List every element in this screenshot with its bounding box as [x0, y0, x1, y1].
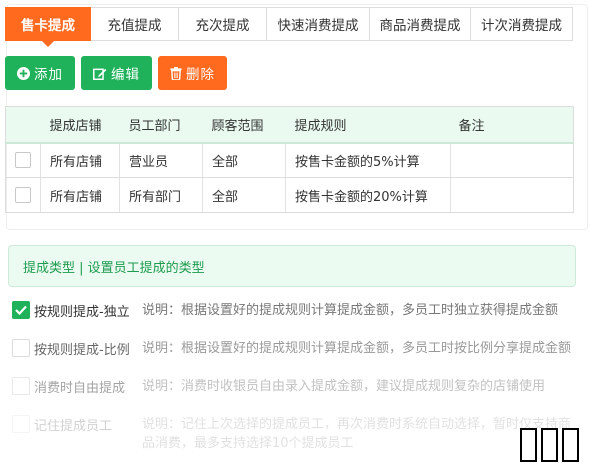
- commission-type-title: 提成类型 | 设置员工提成的类型: [23, 260, 205, 276]
- option-checkbox[interactable]: [12, 415, 30, 433]
- row-select-cell: [5, 142, 41, 178]
- option-label: 消费时自由提成: [34, 381, 126, 396]
- option-label: 按规则提成-比例: [34, 343, 130, 358]
- cell-rule: 按售卡金额的5%计算: [285, 142, 451, 178]
- column-header-department: 员工部门: [119, 106, 203, 144]
- option-remember-staff[interactable]: 记住提成员工 说明：记住上次选择的提成员工，再次消费时系统自动选择，暂时仅支持商…: [12, 412, 582, 451]
- option-free-commission[interactable]: 消费时自由提成 说明：消费时收银员自由录入提成金额，建议提成规则复杂的店铺使用: [12, 374, 582, 412]
- cell-customer-range: 全部: [202, 177, 286, 213]
- commission-tabs: 售卡提成 充值提成 充次提成 快速消费提成 商品消费提成 计次消费提成: [5, 7, 573, 47]
- commission-type-options: 按规则提成-独立 说明：根据设置好的提成规则计算提成金额，多员工时独立获得提成金…: [12, 298, 582, 451]
- column-header-remark: 备注: [450, 106, 574, 144]
- missing-glyph-boxes: [520, 428, 583, 462]
- tab-recharge[interactable]: 充值提成: [91, 7, 179, 41]
- tab-times-recharge[interactable]: 充次提成: [179, 7, 267, 41]
- column-header-store: 提成店铺: [40, 106, 120, 144]
- option-checkbox[interactable]: [12, 301, 30, 319]
- check-icon: [15, 305, 27, 315]
- cell-remark: [450, 142, 574, 178]
- column-header-customer-range: 顾客范围: [202, 106, 286, 144]
- option-rule-proportional[interactable]: 按规则提成-比例 说明：根据设置好的提成规则计算提成金额，多员工时按比例分享提成…: [12, 336, 582, 374]
- tab-count-consume[interactable]: 计次消费提成: [471, 7, 573, 41]
- commission-type-header: 提成类型 | 设置员工提成的类型: [8, 245, 576, 287]
- delete-button-label: 删除: [186, 67, 215, 83]
- glyph-box: [520, 428, 537, 462]
- option-description: 说明：消费时收银员自由录入提成金额，建议提成规则复杂的店铺使用: [142, 379, 546, 394]
- option-label: 按规则提成-独立: [34, 305, 130, 320]
- plus-circle-icon: [17, 66, 30, 80]
- toolbar: 添加 编辑 删除: [5, 56, 233, 90]
- cell-store: 所有店铺: [40, 142, 120, 178]
- cell-rule: 按售卡金额的20%计算: [285, 177, 451, 213]
- cell-department: 所有部门: [119, 177, 203, 213]
- cell-department: 营业员: [119, 142, 203, 178]
- tab-goods-consume[interactable]: 商品消费提成: [370, 7, 471, 41]
- glyph-box: [562, 428, 579, 462]
- edit-button[interactable]: 编辑: [81, 56, 152, 90]
- edit-button-label: 编辑: [111, 67, 140, 83]
- add-button[interactable]: 添加: [5, 56, 75, 90]
- option-description: 说明：根据设置好的提成规则计算提成金额，多员工时独立获得提成金额: [142, 303, 559, 318]
- row-select-cell: [5, 177, 41, 213]
- row-checkbox[interactable]: [15, 187, 31, 203]
- table-row[interactable]: 所有店铺 所有部门 全部 按售卡金额的20%计算: [5, 177, 574, 213]
- tab-card-sale[interactable]: 售卡提成: [5, 7, 91, 47]
- option-description: 说明：记住上次选择的提成员工，再次消费时系统自动选择，暂时仅支持商品消费，最多支…: [142, 417, 572, 451]
- option-checkbox[interactable]: [12, 339, 30, 357]
- tab-quick-consume[interactable]: 快速消费提成: [267, 7, 370, 41]
- cell-customer-range: 全部: [202, 142, 286, 178]
- cell-store: 所有店铺: [40, 177, 120, 213]
- glyph-box: [541, 428, 558, 462]
- delete-button[interactable]: 删除: [158, 56, 227, 90]
- option-description: 说明：根据设置好的提成规则计算提成金额，多员工时按比例分享提成金额: [142, 341, 572, 356]
- table-row[interactable]: 所有店铺 营业员 全部 按售卡金额的5%计算: [5, 142, 574, 178]
- select-column-header: [5, 106, 41, 144]
- column-header-rule: 提成规则: [285, 106, 451, 144]
- trash-icon: [170, 66, 182, 80]
- table-header-row: 提成店铺 员工部门 顾客范围 提成规则 备注: [5, 106, 574, 144]
- add-button-label: 添加: [34, 67, 63, 83]
- row-checkbox[interactable]: [15, 152, 31, 169]
- edit-icon: [93, 67, 107, 80]
- commission-table: 提成店铺 员工部门 顾客范围 提成规则 备注 所有店铺 营业员 全部 按售卡金额…: [5, 106, 574, 213]
- option-rule-independent[interactable]: 按规则提成-独立 说明：根据设置好的提成规则计算提成金额，多员工时独立获得提成金…: [12, 298, 582, 336]
- option-checkbox[interactable]: [12, 377, 30, 395]
- option-label: 记住提成员工: [34, 419, 113, 434]
- cell-remark: [450, 177, 574, 213]
